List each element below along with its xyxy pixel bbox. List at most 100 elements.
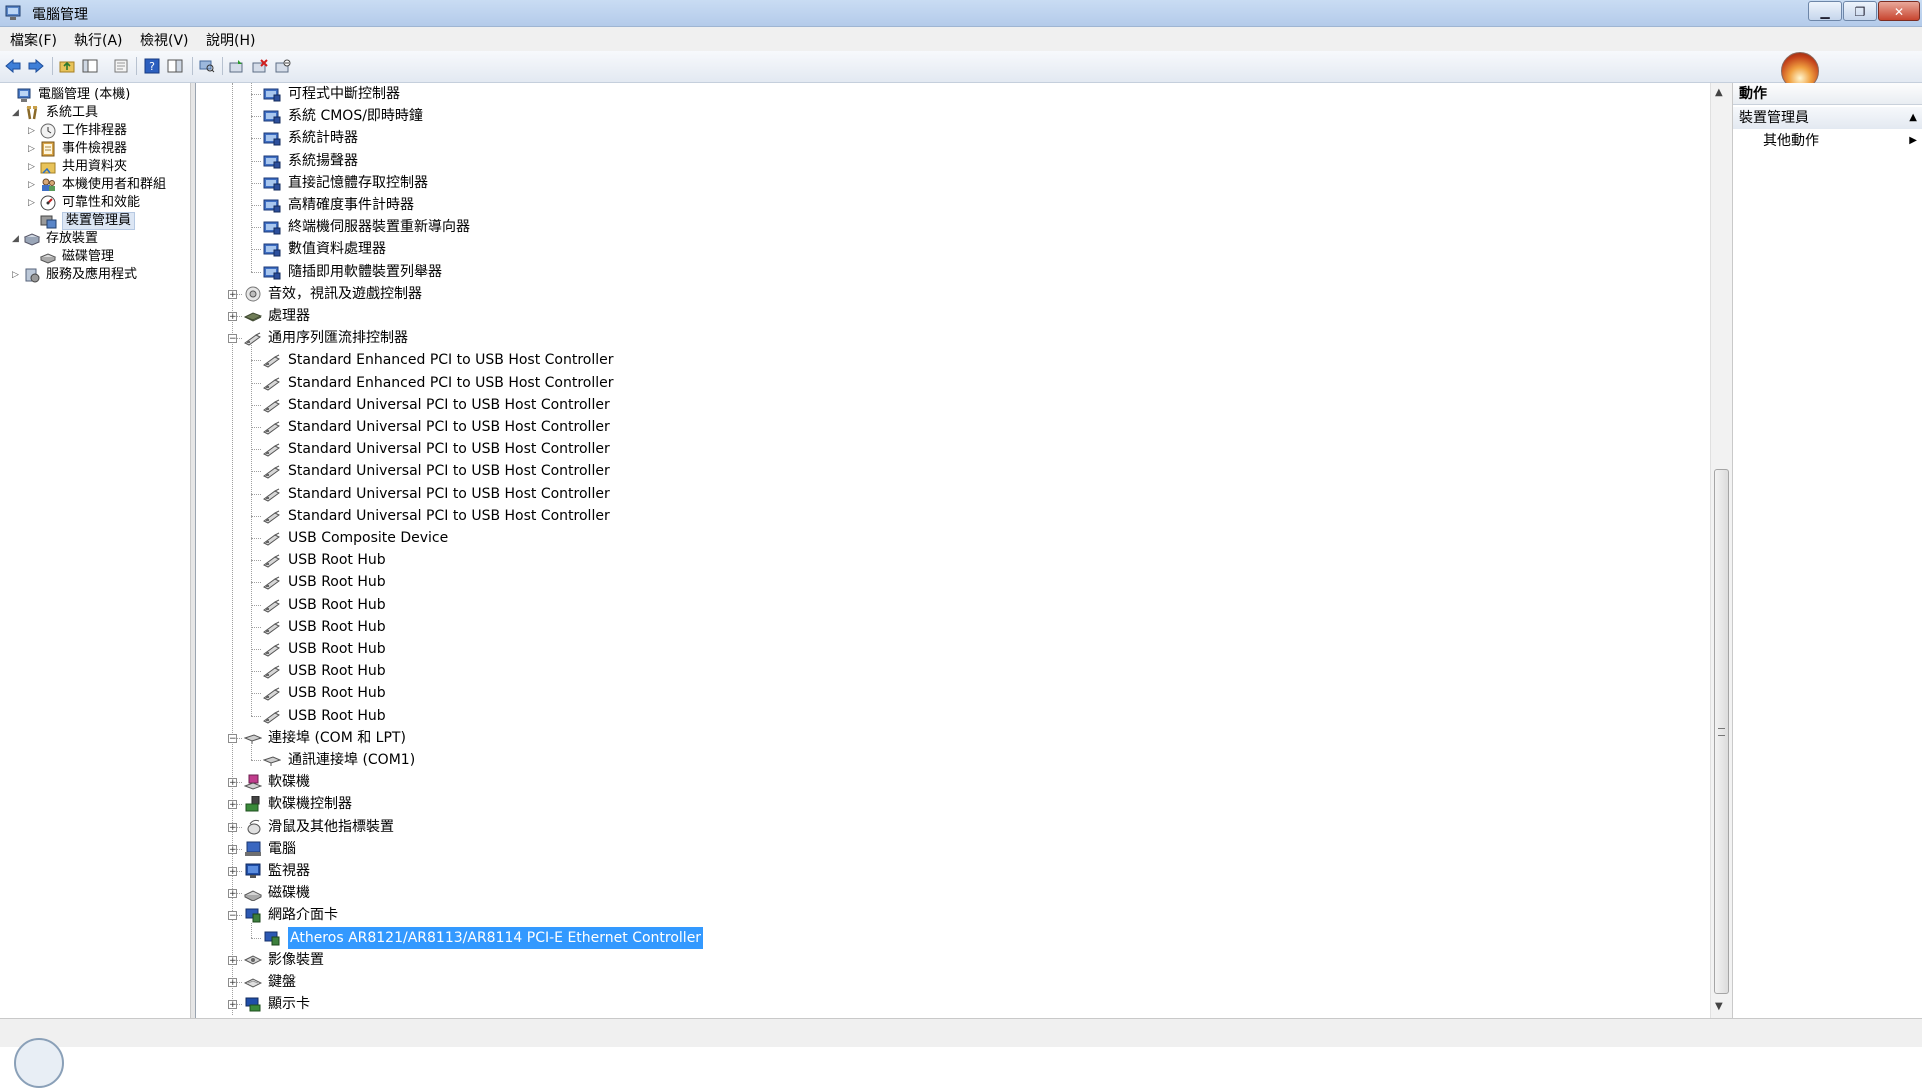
menu-view[interactable]: 檢視(V) (140, 30, 189, 50)
console-tree-item[interactable]: ▷ 本機使用者和群組 (0, 176, 190, 194)
device-category[interactable]: + 電腦 (196, 838, 1696, 860)
device-item[interactable]: 數值資料處理器 (196, 238, 1696, 260)
back-icon[interactable] (4, 57, 22, 75)
device-item[interactable]: 系統計時器 (196, 127, 1696, 149)
up-folder-icon[interactable] (58, 57, 76, 75)
device-category[interactable]: − 通用序列匯流排控制器 (196, 327, 1696, 349)
more-actions-item[interactable]: 其他動作 ▶ (1763, 131, 1922, 151)
expand-icon[interactable]: + (228, 778, 237, 788)
device-item[interactable]: USB Root Hub (196, 682, 1696, 704)
console-tree-item[interactable]: 裝置管理員 (0, 212, 190, 230)
minimize-button[interactable]: ▁ (1808, 1, 1842, 21)
device-item[interactable]: 高精確度事件計時器 (196, 194, 1696, 216)
device-category[interactable]: − 網路介面卡 (196, 904, 1696, 926)
device-item[interactable]: Atheros AR8121/AR8113/AR8114 PCI-E Ether… (196, 925, 1696, 950)
collapse-icon[interactable]: − (228, 733, 237, 743)
device-item[interactable]: 終端機伺服器裝置重新導向器 (196, 216, 1696, 238)
actions-section-device-manager[interactable]: 裝置管理員 ▲ (1733, 107, 1922, 129)
collapse-icon[interactable]: ◢ (12, 104, 19, 122)
show-hide-icon[interactable] (166, 57, 184, 75)
device-item[interactable]: USB Root Hub (196, 705, 1696, 727)
scrollbar-thumb[interactable] (1714, 469, 1729, 994)
device-category[interactable]: + 影像裝置 (196, 949, 1696, 971)
console-tree-item[interactable]: ◢ 存放裝置 (0, 230, 190, 248)
maximize-button[interactable]: ❐ (1843, 1, 1877, 21)
collapse-icon[interactable]: − (228, 334, 237, 344)
console-tree-item[interactable]: ▷ 事件檢視器 (0, 140, 190, 158)
console-tree-item[interactable]: 電腦管理 (本機) (0, 86, 190, 104)
expand-icon[interactable]: + (228, 955, 237, 965)
device-category[interactable]: + 鍵盤 (196, 971, 1696, 993)
update-driver-icon[interactable] (228, 57, 246, 75)
scan-icon[interactable] (198, 57, 216, 75)
console-tree-icon[interactable] (81, 57, 99, 75)
device-category[interactable]: + 軟碟機 (196, 771, 1696, 793)
menu-help[interactable]: 說明(H) (206, 30, 255, 50)
expand-icon[interactable]: ▷ (28, 140, 35, 158)
expand-icon[interactable]: ▷ (28, 176, 35, 194)
close-button[interactable]: ✕ (1878, 1, 1920, 21)
properties-icon[interactable] (112, 57, 130, 75)
expand-icon[interactable]: ▷ (28, 194, 35, 212)
console-tree-item[interactable]: ▷ 共用資料夾 (0, 158, 190, 176)
device-item[interactable]: USB Root Hub (196, 638, 1696, 660)
device-category[interactable]: + 滑鼠及其他指標裝置 (196, 816, 1696, 838)
expand-icon[interactable]: + (228, 1000, 237, 1010)
console-tree-item[interactable]: ◢ 系統工具 (0, 104, 190, 122)
expand-icon[interactable]: ▷ (28, 158, 35, 176)
menu-file[interactable]: 檔案(F) (10, 30, 57, 50)
forward-icon[interactable] (27, 57, 45, 75)
menu-action[interactable]: 執行(A) (74, 30, 123, 50)
device-category[interactable]: − 連接埠 (COM 和 LPT) (196, 727, 1696, 749)
expand-icon[interactable]: ▷ (12, 266, 19, 284)
device-item[interactable]: 隨插即用軟體裝置列舉器 (196, 261, 1696, 283)
vertical-scrollbar[interactable]: ▲ ▼ (1710, 83, 1732, 1018)
disable-icon[interactable] (274, 57, 292, 75)
expand-icon[interactable]: ▷ (28, 122, 35, 140)
device-item[interactable]: Standard Universal PCI to USB Host Contr… (196, 505, 1696, 527)
device-item[interactable]: USB Root Hub (196, 571, 1696, 593)
device-item[interactable]: USB Root Hub (196, 660, 1696, 682)
device-item[interactable]: USB Root Hub (196, 616, 1696, 638)
device-item[interactable]: Standard Enhanced PCI to USB Host Contro… (196, 372, 1696, 394)
collapse-icon[interactable]: ▲ (1909, 107, 1917, 129)
console-tree-item[interactable]: ▷ 工作排程器 (0, 122, 190, 140)
expand-icon[interactable]: + (228, 822, 237, 832)
expand-icon[interactable]: + (228, 978, 237, 988)
device-item[interactable]: USB Root Hub (196, 549, 1696, 571)
device-item[interactable]: Standard Universal PCI to USB Host Contr… (196, 483, 1696, 505)
device-item[interactable]: Standard Universal PCI to USB Host Contr… (196, 394, 1696, 416)
device-item[interactable]: 可程式中斷控制器 (196, 83, 1696, 105)
device-category[interactable]: + 顯示卡 (196, 993, 1696, 1015)
device-item[interactable]: Standard Universal PCI to USB Host Contr… (196, 460, 1696, 482)
device-item[interactable]: 系統 CMOS/即時時鐘 (196, 105, 1696, 127)
expand-icon[interactable]: + (228, 889, 237, 899)
device-item[interactable]: 通訊連接埠 (COM1) (196, 749, 1696, 771)
help-icon[interactable]: ? (143, 57, 161, 75)
expand-icon[interactable]: + (228, 800, 237, 810)
collapse-icon[interactable]: ◢ (12, 230, 19, 248)
uninstall-icon[interactable] (251, 57, 269, 75)
expand-icon[interactable]: + (228, 312, 237, 322)
scroll-down-icon[interactable]: ▼ (1715, 1001, 1723, 1012)
device-item[interactable]: Standard Enhanced PCI to USB Host Contro… (196, 349, 1696, 371)
collapse-icon[interactable]: − (228, 911, 237, 921)
scroll-up-icon[interactable]: ▲ (1715, 87, 1723, 98)
device-category[interactable]: + 磁碟機 (196, 882, 1696, 904)
device-item[interactable]: USB Composite Device (196, 527, 1696, 549)
device-item[interactable]: 直接記憶體存取控制器 (196, 172, 1696, 194)
device-item[interactable]: Standard Universal PCI to USB Host Contr… (196, 438, 1696, 460)
console-tree-item[interactable]: ▷ 服務及應用程式 (0, 266, 190, 284)
device-item[interactable]: USB Root Hub (196, 594, 1696, 616)
console-tree-item[interactable]: ▷ 可靠性和效能 (0, 194, 190, 212)
device-item[interactable]: 系統揚聲器 (196, 150, 1696, 172)
expand-icon[interactable]: + (228, 867, 237, 877)
console-tree-item[interactable]: 磁碟管理 (0, 248, 190, 266)
device-category[interactable]: + 處理器 (196, 305, 1696, 327)
device-category[interactable]: + 軟碟機控制器 (196, 793, 1696, 815)
expand-icon[interactable]: + (228, 844, 237, 854)
device-item[interactable]: Standard Universal PCI to USB Host Contr… (196, 416, 1696, 438)
expand-icon[interactable]: + (228, 289, 237, 299)
device-category[interactable]: + 監視器 (196, 860, 1696, 882)
device-category[interactable]: + 音效，視訊及遊戲控制器 (196, 283, 1696, 305)
